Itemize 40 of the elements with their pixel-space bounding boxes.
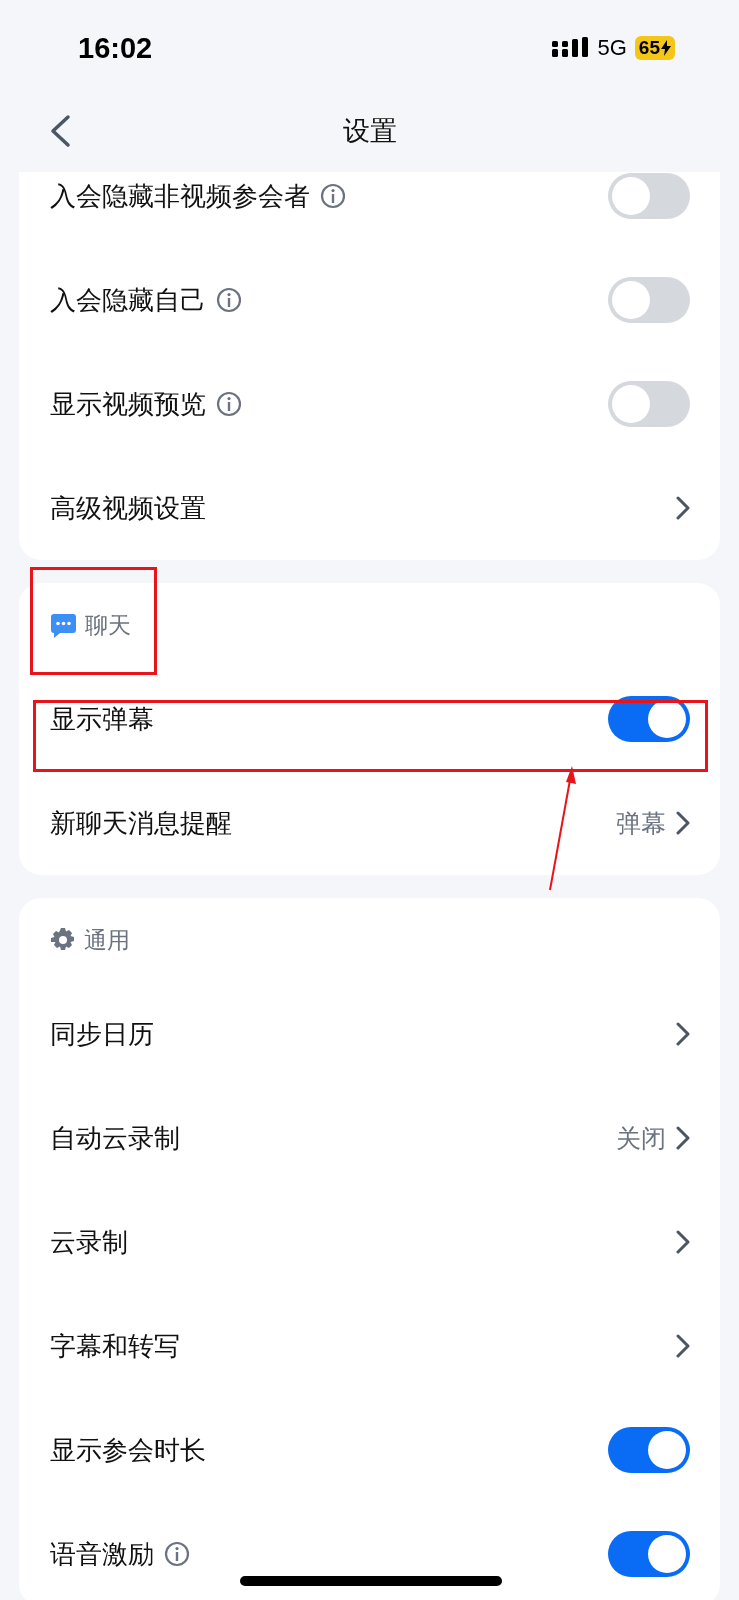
signal-icon bbox=[551, 37, 590, 59]
setting-label: 云录制 bbox=[50, 1225, 128, 1259]
chevron-right-icon[interactable] bbox=[676, 1334, 690, 1358]
battery-indicator: 65 bbox=[634, 36, 675, 60]
setting-label: 字幕和转写 bbox=[50, 1329, 180, 1363]
toggle-switch[interactable] bbox=[608, 696, 690, 742]
setting-label: 显示视频预览 bbox=[50, 387, 206, 421]
info-icon[interactable] bbox=[320, 183, 346, 209]
chevron-right-icon[interactable] bbox=[676, 811, 690, 835]
gear-icon bbox=[50, 927, 76, 953]
chat-icon bbox=[50, 611, 77, 639]
toggle-switch[interactable] bbox=[608, 173, 690, 219]
setting-label: 新聊天消息提醒 bbox=[50, 806, 232, 840]
setting-label: 语音激励 bbox=[50, 1537, 154, 1571]
setting-label: 入会隐藏非视频参会者 bbox=[50, 179, 310, 213]
page-title: 设置 bbox=[342, 114, 397, 148]
chevron-right-icon[interactable] bbox=[676, 1022, 690, 1046]
back-icon[interactable] bbox=[48, 114, 72, 148]
section-title: 通用 bbox=[84, 925, 130, 955]
setting-label: 入会隐藏自己 bbox=[50, 283, 206, 317]
row-value: 关闭 bbox=[616, 1122, 666, 1155]
status-time: 16:02 bbox=[78, 30, 154, 65]
toggle-switch[interactable] bbox=[608, 1427, 690, 1473]
info-icon[interactable] bbox=[216, 287, 242, 313]
info-icon[interactable] bbox=[216, 391, 242, 417]
network-label: 5G bbox=[597, 35, 627, 61]
setting-label: 显示参会时长 bbox=[50, 1433, 206, 1467]
setting-label: 显示弹幕 bbox=[50, 702, 154, 736]
setting-label: 高级视频设置 bbox=[50, 491, 206, 525]
info-icon[interactable] bbox=[164, 1541, 190, 1567]
setting-label: 自动云录制 bbox=[50, 1121, 180, 1155]
chevron-right-icon[interactable] bbox=[676, 496, 690, 520]
chevron-right-icon[interactable] bbox=[676, 1230, 690, 1254]
toggle-switch[interactable] bbox=[608, 277, 690, 323]
toggle-switch[interactable] bbox=[608, 381, 690, 427]
row-value: 弹幕 bbox=[616, 807, 666, 840]
section-title: 聊天 bbox=[85, 610, 131, 640]
toggle-switch[interactable] bbox=[608, 1531, 690, 1577]
chevron-right-icon[interactable] bbox=[676, 1126, 690, 1150]
setting-label: 同步日历 bbox=[50, 1017, 154, 1051]
